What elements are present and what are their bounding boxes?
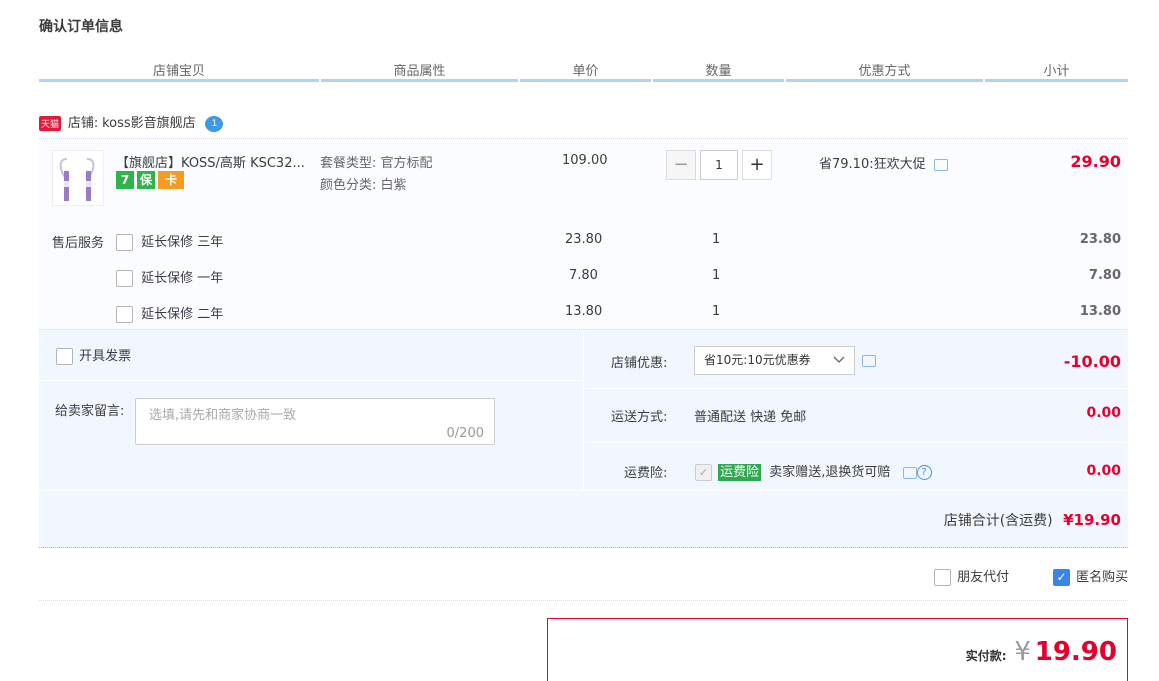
warranty-name: 延长保修 一年 [141, 271, 224, 286]
shop-label: 店铺: [67, 116, 99, 131]
insurance-checkbox: ✓ [695, 464, 712, 481]
friend-pay-label: 朋友代付 [957, 570, 1010, 585]
currency-symbol: ¥ [1014, 637, 1031, 667]
insurance-option: ✓ 运费险 卖家赠送,退换货可赔 ? [695, 461, 932, 481]
shipping-amount: 0.00 [1086, 405, 1121, 421]
anonymous-option: ✓ 匿名购买 [1053, 566, 1128, 586]
warranty-checkbox[interactable] [116, 234, 133, 251]
warranty-row: 延长保修 二年 [116, 303, 223, 323]
unit-price: 109.00 [562, 153, 608, 168]
seven-day-return-icon[interactable]: 7 [116, 171, 134, 189]
coupon-selected: 省10元:10元优惠券 [704, 353, 811, 367]
note-placeholder: 选填,请先和商家协商一致 [149, 408, 297, 423]
note-counter: 0/200 [446, 426, 484, 441]
insurance-label: 运费险: [624, 466, 668, 481]
warranty-name: 延长保修 二年 [141, 307, 224, 322]
note-label: 给卖家留言: [55, 404, 125, 419]
col-header-price: 单价 [520, 60, 651, 82]
service-badges: 7保卡 [116, 171, 187, 189]
item-subtotal: 29.90 [1070, 152, 1121, 171]
col-header-subtotal: 小计 [985, 60, 1128, 82]
message-icon[interactable] [902, 466, 917, 479]
product-name-link[interactable]: 【旗舰店】KOSS/高斯 KSC32... [116, 152, 305, 171]
product-attributes: 套餐类型: 官方标配 颜色分类: 白紫 [320, 153, 433, 197]
warranty-qty: 1 [712, 304, 721, 319]
shop-total-label: 店铺合计(含运费) [943, 513, 1053, 529]
insurance-amount: 0.00 [1086, 463, 1121, 479]
warranty-price: 13.80 [565, 304, 603, 319]
col-header-discount: 优惠方式 [786, 60, 983, 82]
divider [584, 442, 1128, 443]
warranty-subtotal: 7.80 [1088, 268, 1121, 283]
invoice-checkbox[interactable] [56, 348, 73, 365]
friend-pay-checkbox[interactable] [934, 569, 951, 586]
quantity-stepper: − 1 + [666, 150, 772, 180]
payment-amount: 19.90 [1034, 637, 1117, 667]
product-thumbnail[interactable] [52, 150, 104, 206]
card-icon[interactable]: 卡 [158, 171, 184, 189]
attr-key: 颜色分类: [320, 178, 377, 193]
coupon-select[interactable]: 省10元:10元优惠券 [694, 346, 855, 375]
earphone-image [59, 158, 95, 201]
shop-discount-amount: -10.00 [1063, 352, 1121, 371]
insurance-tag: 运费险 [718, 464, 762, 481]
payment-label: 实付款: [965, 649, 1007, 663]
decrease-button[interactable]: − [666, 150, 696, 180]
divider [39, 490, 1128, 491]
col-header-item: 店铺宝贝 [39, 60, 319, 82]
warranty-qty: 1 [712, 268, 721, 283]
payment-row: 实付款: ¥ 19.90 [966, 637, 1117, 667]
message-icon[interactable] [862, 354, 876, 367]
invoice-label: 开具发票 [79, 349, 132, 364]
divider [39, 380, 583, 381]
tmall-badge: 天猫 [39, 116, 62, 131]
after-sales-label: 售后服务 [52, 236, 105, 251]
insurance-desc: 卖家赠送,退换货可赔 [769, 465, 891, 480]
warranty-price: 7.80 [569, 268, 598, 283]
increase-button[interactable]: + [742, 150, 772, 180]
friend-pay-option: 朋友代付 [934, 566, 1009, 586]
discount-info: 省79.10:狂欢大促 [819, 153, 948, 172]
anonymous-checkbox[interactable]: ✓ [1053, 569, 1070, 586]
shop-total: 店铺合计(含运费) ¥19.90 [944, 510, 1121, 530]
shop-header: 天猫 店铺: koss影音旗舰店 1 [39, 112, 224, 132]
warranty-price: 23.80 [565, 232, 603, 247]
note-textarea[interactable]: 选填,请先和商家协商一致 0/200 [135, 398, 495, 445]
shop-discount-label: 店铺优惠: [611, 356, 668, 371]
col-header-qty: 数量 [653, 60, 784, 82]
divider [583, 330, 584, 490]
help-icon[interactable]: ? [916, 465, 932, 480]
shipping-method: 普通配送 快递 免邮 [694, 410, 807, 425]
attr-row: 颜色分类: 白紫 [320, 175, 433, 197]
attr-value: 官方标配 [380, 156, 433, 171]
warranty-row: 延长保修 三年 [116, 231, 223, 251]
warranty-subtotal: 23.80 [1079, 232, 1121, 247]
chat-icon[interactable]: 1 [205, 115, 224, 132]
quantity-input[interactable]: 1 [700, 150, 738, 180]
guarantee-icon[interactable]: 保 [137, 171, 155, 189]
anonymous-label: 匿名购买 [1076, 570, 1129, 585]
invoice-option: 开具发票 [56, 345, 131, 365]
payment-summary: 实付款: ¥ 19.90 [547, 618, 1128, 681]
shop-total-amount: ¥19.90 [1063, 511, 1121, 529]
discount-text: 省79.10:狂欢大促 [819, 157, 926, 172]
page-title: 确认订单信息 [39, 19, 123, 35]
chevron-down-icon [833, 356, 845, 363]
shop-name-link[interactable]: koss影音旗舰店 [102, 116, 196, 131]
warranty-name: 延长保修 三年 [141, 235, 224, 250]
warranty-checkbox[interactable] [116, 270, 133, 287]
warranty-checkbox[interactable] [116, 306, 133, 323]
warranty-row: 延长保修 一年 [116, 267, 223, 287]
attr-key: 套餐类型: [320, 156, 377, 171]
col-header-attrs: 商品属性 [321, 60, 518, 82]
attr-value: 白紫 [380, 178, 407, 193]
warranty-subtotal: 13.80 [1079, 304, 1121, 319]
warranty-qty: 1 [712, 232, 721, 247]
divider [584, 388, 1128, 389]
message-icon[interactable] [933, 158, 948, 171]
divider [39, 600, 1128, 601]
shipping-label: 运送方式: [611, 410, 668, 425]
attr-row: 套餐类型: 官方标配 [320, 153, 433, 175]
